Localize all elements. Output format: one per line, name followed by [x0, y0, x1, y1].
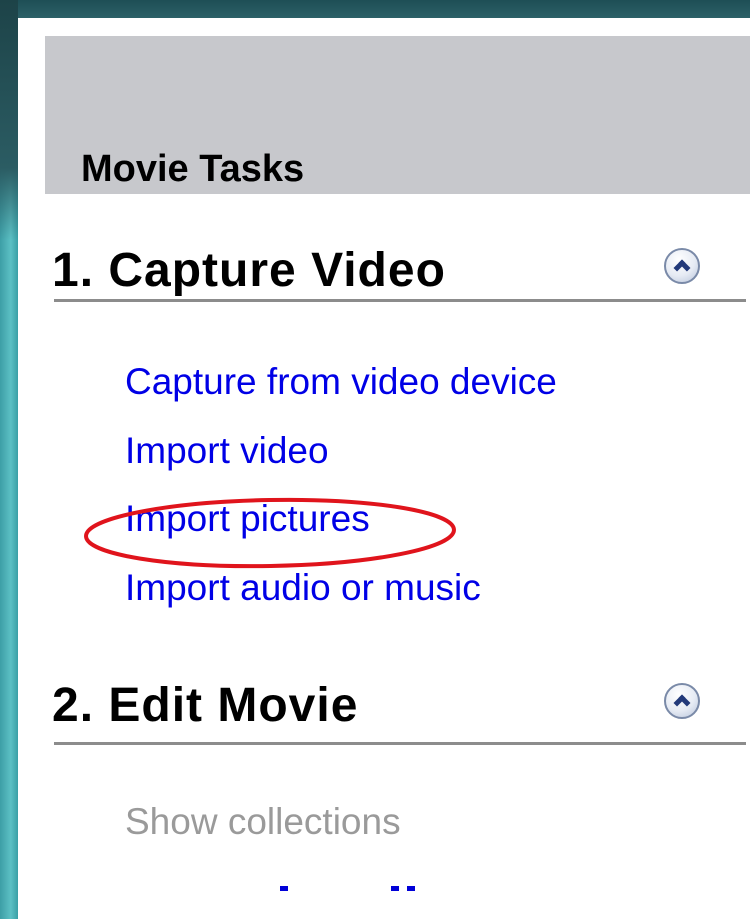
collapse-capture-video-button[interactable]	[664, 248, 700, 284]
cut-off-link-fragment	[391, 886, 399, 891]
window-frame-top	[0, 0, 750, 18]
pane-title: Movie Tasks	[81, 148, 305, 190]
cut-off-link-fragment	[407, 886, 415, 891]
section-title-capture-video[interactable]: 1. Capture Video	[52, 243, 446, 298]
show-collections-link: Show collections	[125, 801, 401, 842]
section-title-edit-movie[interactable]: 2. Edit Movie	[52, 678, 358, 733]
annotation-ellipse	[84, 497, 456, 569]
chevron-up-icon	[673, 259, 691, 277]
window-frame-left-shadow	[0, 0, 18, 240]
section-divider	[54, 299, 746, 302]
task-pane-header: Movie Tasks	[45, 36, 750, 194]
task-pane: Movie Tasks 1. Capture Video Capture fro…	[18, 18, 750, 919]
section-divider	[54, 742, 746, 745]
import-video-link[interactable]: Import video	[125, 430, 329, 472]
import-audio-or-music-link[interactable]: Import audio or music	[125, 567, 481, 609]
chevron-up-icon	[673, 694, 691, 712]
capture-from-video-device-link[interactable]: Capture from video device	[125, 361, 557, 403]
cut-off-link-fragment	[280, 886, 288, 891]
collapse-edit-movie-button[interactable]	[664, 683, 700, 719]
